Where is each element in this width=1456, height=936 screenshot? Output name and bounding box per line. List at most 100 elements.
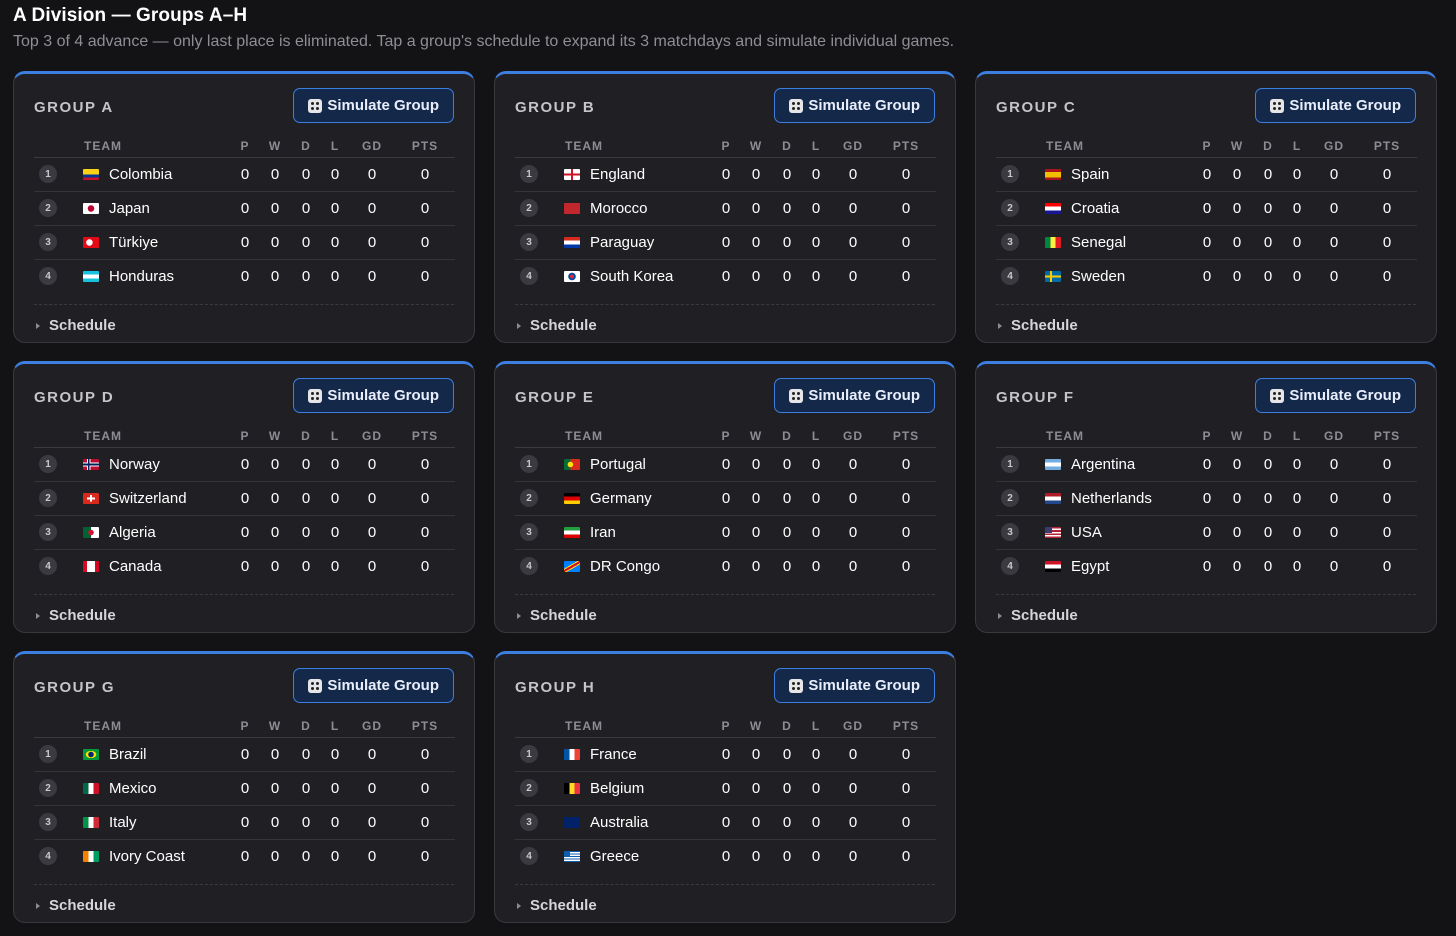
stat-pts: 0 — [395, 805, 455, 840]
stat-d: 0 — [772, 771, 802, 806]
stat-p: 0 — [1193, 225, 1221, 260]
stat-gd: 0 — [349, 737, 395, 772]
stat-pts: 0 — [1382, 557, 1392, 575]
column-header-w: W — [1221, 425, 1253, 448]
stat-p: 0 — [231, 225, 259, 260]
team-cell: 2 Morocco — [515, 191, 712, 226]
simulate-group-label: Simulate Group — [327, 677, 439, 694]
rank-badge: 3 — [520, 523, 538, 541]
stat-p: 0 — [231, 447, 259, 482]
stat-pts: 0 — [876, 805, 936, 840]
algeria-flag-icon — [83, 526, 99, 538]
table-row: 1 France 0 0 0 0 0 0 — [515, 737, 936, 772]
schedule-toggle[interactable]: Schedule — [34, 304, 454, 334]
rank-badge: 2 — [1001, 489, 1019, 507]
column-header-d: D — [772, 715, 802, 738]
standings-header-row: TEAM P W D L GD PTS — [996, 425, 1417, 448]
column-header-p: P — [712, 135, 740, 158]
group-title: GROUP F — [996, 389, 1075, 406]
stat-gd: 0 — [1329, 557, 1339, 575]
stat-d: 0 — [291, 737, 321, 772]
column-header-team: TEAM — [515, 135, 712, 158]
simulate-group-button[interactable]: Simulate Group — [774, 378, 935, 413]
schedule-toggle[interactable]: Schedule — [515, 594, 935, 624]
stat-l: 0 — [321, 481, 349, 516]
stat-w: 0 — [259, 157, 291, 192]
simulate-group-button[interactable]: Simulate Group — [293, 378, 454, 413]
simulate-group-button[interactable]: Simulate Group — [774, 88, 935, 123]
schedule-toggle[interactable]: Schedule — [515, 884, 935, 914]
stat-l: 0 — [321, 805, 349, 840]
stat-d: 0 — [1263, 557, 1273, 575]
team-cell: 2 Mexico — [34, 771, 231, 806]
column-header-team: TEAM — [34, 135, 231, 158]
standings-table: TEAM P W D L GD PTS 1 Brazil 0 0 0 0 0 0 2 Mexico 0 0 0 0 0 0 3… — [34, 715, 455, 873]
argentina-flag-icon — [1045, 458, 1061, 470]
stat-p: 0 — [712, 737, 740, 772]
simulate-group-button[interactable]: Simulate Group — [293, 88, 454, 123]
dice-icon — [1270, 98, 1285, 113]
rank-badge: 3 — [39, 813, 57, 831]
simulate-group-button[interactable]: Simulate Group — [1255, 378, 1416, 413]
rank-badge: 3 — [1001, 523, 1019, 541]
team-name: Argentina — [1071, 455, 1136, 473]
column-header-p: P — [1193, 425, 1221, 448]
schedule-toggle[interactable]: Schedule — [996, 304, 1416, 334]
spain-flag-icon — [1045, 168, 1061, 180]
schedule-toggle[interactable]: Schedule — [515, 304, 935, 334]
stat-l: 0 — [802, 225, 830, 260]
simulate-group-label: Simulate Group — [808, 387, 920, 404]
stat-l: 0 — [802, 447, 830, 482]
column-header-team: TEAM — [996, 425, 1193, 448]
simulate-group-button[interactable]: Simulate Group — [1255, 88, 1416, 123]
team-cell: 1 Spain — [996, 157, 1193, 192]
stat-pts: 0 — [395, 157, 455, 192]
simulate-group-button[interactable]: Simulate Group — [293, 668, 454, 703]
table-row: 3 Algeria 0 0 0 0 0 0 — [34, 515, 455, 550]
france-flag-icon — [564, 748, 580, 760]
stat-d: 0 — [291, 515, 321, 550]
schedule-label: Schedule — [49, 897, 116, 914]
schedule-label: Schedule — [1011, 607, 1078, 624]
stat-pts: 0 — [876, 157, 936, 192]
stat-w: 0 — [740, 771, 772, 806]
stat-pts: 0 — [1357, 447, 1417, 482]
stat-l: 0 — [321, 515, 349, 550]
paraguay-flag-icon — [564, 236, 580, 248]
table-row: 1 Portugal 0 0 0 0 0 0 — [515, 447, 936, 482]
stat-w: 0 — [259, 225, 291, 260]
simulate-group-button[interactable]: Simulate Group — [774, 668, 935, 703]
stat-w: 0 — [259, 447, 291, 482]
stat-p: 0 — [721, 847, 731, 865]
stat-w: 0 — [751, 847, 761, 865]
stat-p: 0 — [721, 267, 731, 285]
ivory-coast-flag-icon — [83, 850, 99, 862]
brazil-flag-icon — [83, 748, 99, 760]
rank-badge: 2 — [1001, 199, 1019, 217]
column-header-l: L — [802, 425, 830, 448]
stat-p: 0 — [712, 447, 740, 482]
stat-l: 0 — [802, 157, 830, 192]
stat-w: 0 — [751, 557, 761, 575]
schedule-toggle[interactable]: Schedule — [996, 594, 1416, 624]
stat-d: 0 — [291, 805, 321, 840]
stat-p: 0 — [1193, 191, 1221, 226]
stat-l: 0 — [811, 847, 821, 865]
stat-gd: 0 — [349, 481, 395, 516]
schedule-toggle[interactable]: Schedule — [34, 594, 454, 624]
stat-l: 0 — [321, 191, 349, 226]
rank-badge: 1 — [39, 165, 57, 183]
table-row: 4 Greece 0 0 0 0 0 0 — [515, 839, 936, 873]
stat-w: 0 — [270, 557, 280, 575]
schedule-label: Schedule — [49, 607, 116, 624]
column-header-p: P — [231, 715, 259, 738]
column-header-l: L — [321, 715, 349, 738]
dice-icon — [308, 388, 323, 403]
table-row: 1 Spain 0 0 0 0 0 0 — [996, 157, 1417, 192]
stat-w: 0 — [1232, 557, 1242, 575]
schedule-toggle[interactable]: Schedule — [34, 884, 454, 914]
stat-gd: 0 — [830, 805, 876, 840]
turkiye-flag-icon — [83, 236, 99, 248]
column-header-gd: GD — [1311, 425, 1357, 448]
standings-table: TEAM P W D L GD PTS 1 Norway 0 0 0 0 0 0 2 Switzerland 0 0… — [34, 425, 455, 583]
